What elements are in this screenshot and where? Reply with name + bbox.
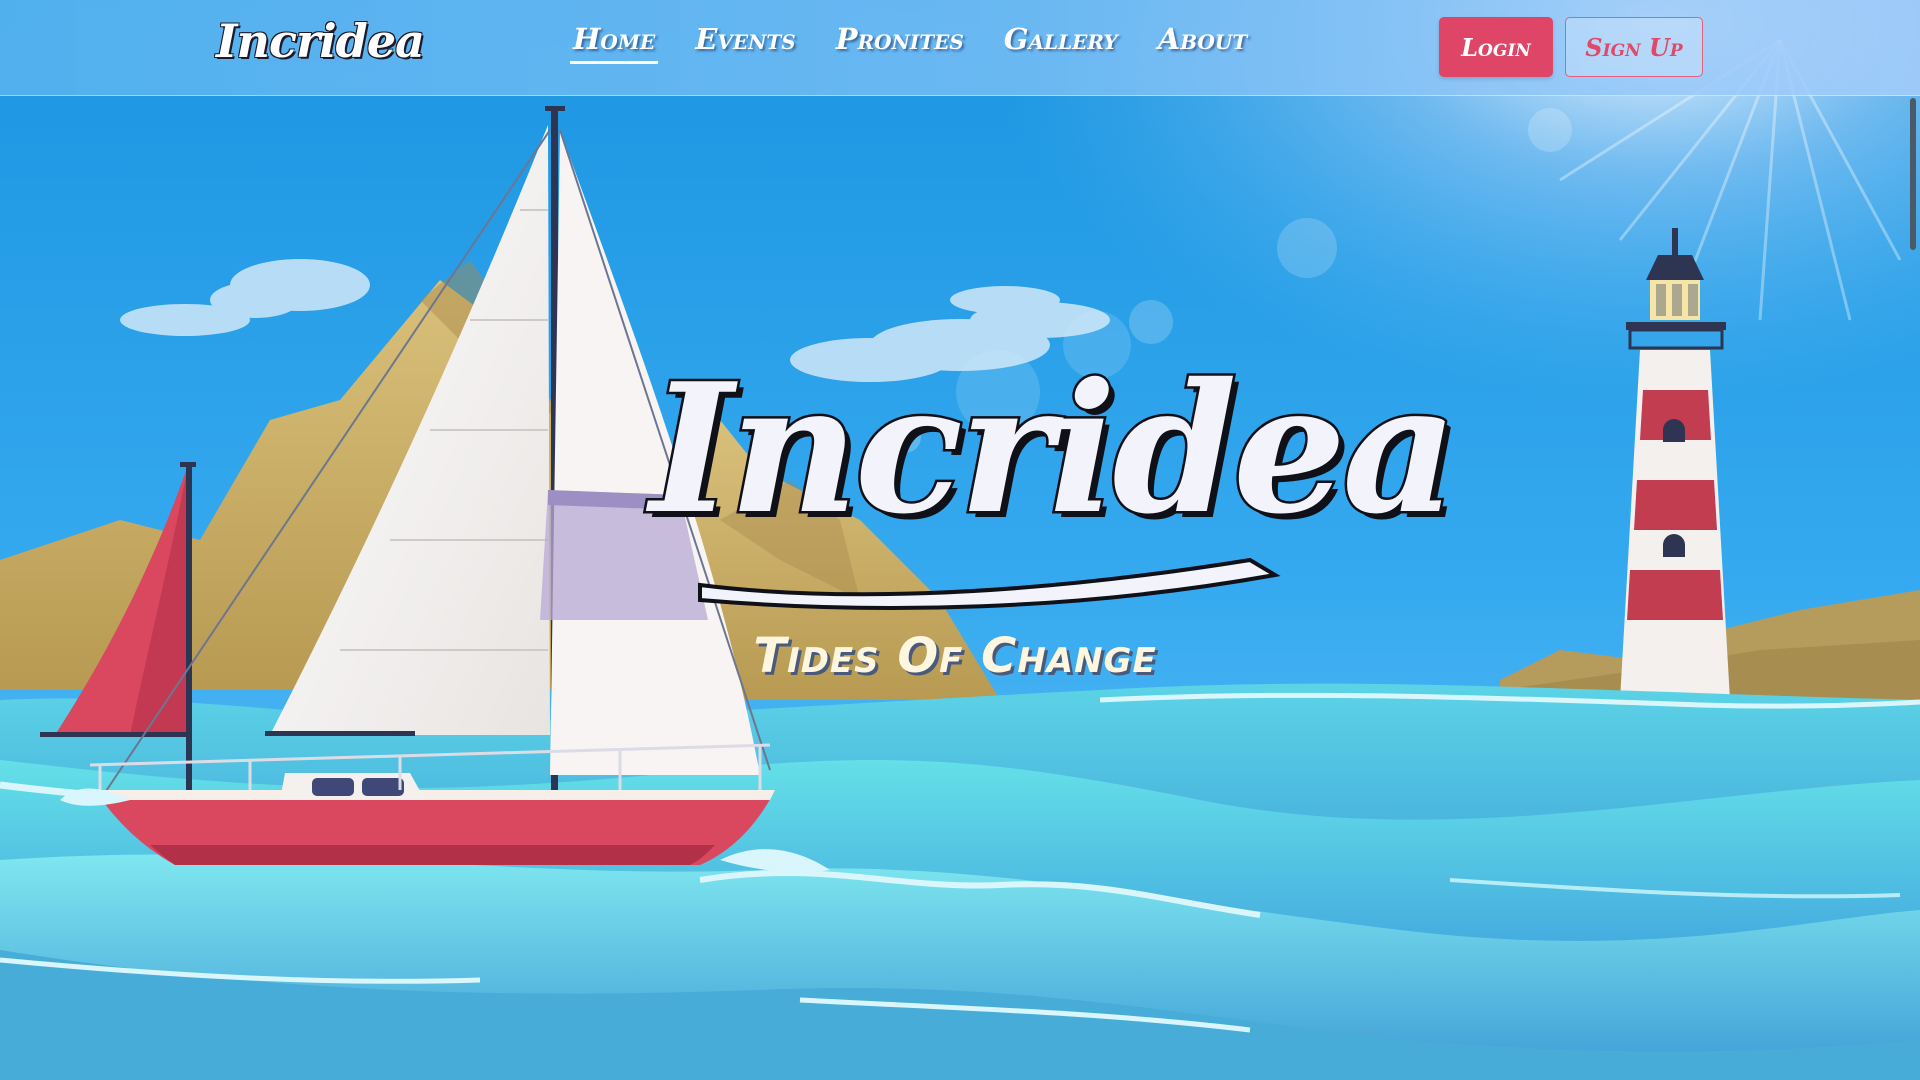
signup-button[interactable]: Sign Up — [1565, 17, 1703, 77]
nav-link-gallery[interactable]: Gallery — [1001, 22, 1121, 64]
nav-link-about[interactable]: About — [1155, 22, 1251, 64]
nav-link-events[interactable]: Events — [692, 22, 798, 64]
navbar: Incridea Home Events Pronites Gallery Ab… — [0, 0, 1920, 96]
scrollbar-thumb[interactable] — [1910, 98, 1916, 250]
nav-link-home[interactable]: Home — [570, 22, 659, 64]
hero-subtitle: Tides Of Change — [753, 628, 1157, 684]
login-button[interactable]: Login — [1439, 17, 1553, 77]
sea — [0, 683, 1920, 1080]
hero-title: Incridea — [648, 344, 1461, 553]
page-scrollbar[interactable] — [1908, 96, 1918, 1080]
nav-links: Home Events Pronites Gallery About — [570, 22, 1284, 64]
brand-logo[interactable]: Incridea — [216, 14, 425, 68]
nav-link-pronites[interactable]: Pronites — [833, 22, 967, 64]
